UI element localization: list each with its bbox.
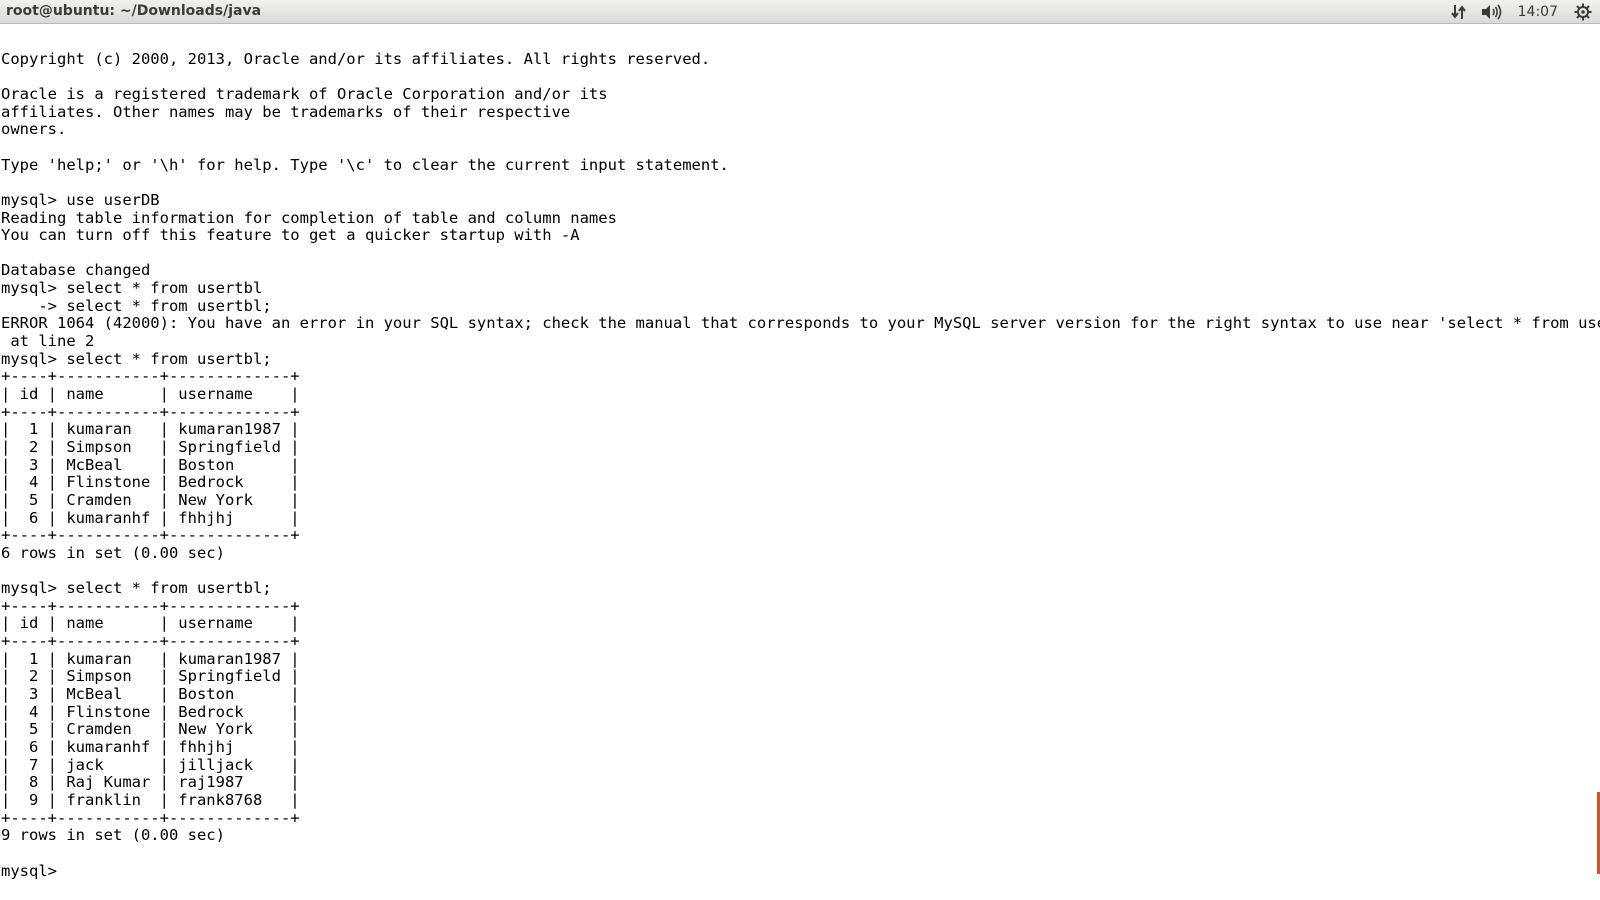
terminal-line: owners. <box>1 120 67 139</box>
terminal-line: mysql> <box>1 861 67 880</box>
terminal-line: | 4 | Flinstone | Bedrock | <box>1 702 300 721</box>
volume-icon[interactable] <box>1480 0 1502 24</box>
terminal-line: | 9 | franklin | frank8768 | <box>1 790 300 809</box>
top-panel: root@ubuntu: ~/Downloads/java 14:07 <box>0 0 1600 24</box>
terminal-line: +----+-----------+-------------+ <box>1 367 300 386</box>
terminal-line: | 7 | jack | jilljack | <box>1 755 300 774</box>
panel-clock[interactable]: 14:07 <box>1514 4 1562 20</box>
terminal-line: 9 rows in set (0.00 sec) <box>1 826 225 845</box>
terminal-line: mysql> select * from usertbl; <box>1 579 272 598</box>
terminal-line: Oracle is a registered trademark of Orac… <box>1 84 608 103</box>
terminal-output[interactable]: Copyright (c) 2000, 2013, Oracle and/or … <box>0 24 1600 900</box>
terminal-line: | 5 | Cramden | New York | <box>1 490 300 509</box>
terminal-line: +----+-----------+-------------+ <box>1 632 300 651</box>
terminal-line: | id | name | username | <box>1 614 300 633</box>
network-transfer-icon[interactable] <box>1450 0 1468 24</box>
terminal-line: | 5 | Cramden | New York | <box>1 720 300 739</box>
terminal-line: Reading table information for completion… <box>1 208 617 227</box>
terminal-line: at line 2 <box>1 332 95 351</box>
terminal-line: | 1 | kumaran | kumaran1987 | <box>1 420 300 439</box>
terminal-line: | 8 | Raj Kumar | raj1987 | <box>1 773 300 792</box>
terminal-line: affiliates. Other names may be trademark… <box>1 102 571 121</box>
terminal-line: +----+-----------+-------------+ <box>1 808 300 827</box>
terminal-line: +----+-----------+-------------+ <box>1 596 300 615</box>
terminal-line: | id | name | username | <box>1 385 300 403</box>
terminal-line: Database changed <box>1 261 151 280</box>
terminal-line: Copyright (c) 2000, 2013, Oracle and/or … <box>1 49 711 68</box>
terminal-line: | 3 | McBeal | Boston | <box>1 455 300 474</box>
terminal-line: | 2 | Simpson | Springfield | <box>1 437 300 456</box>
window-title: root@ubuntu: ~/Downloads/java <box>6 3 262 19</box>
terminal-line: mysql> select * from usertbl; <box>1 349 272 368</box>
terminal-line: mysql> select * from usertbl <box>1 279 263 298</box>
terminal-line: 6 rows in set (0.00 sec) <box>1 543 225 562</box>
terminal-line: +----+-----------+-------------+ <box>1 526 300 545</box>
terminal-line: +----+-----------+-------------+ <box>1 402 300 421</box>
terminal-line: -> select * from usertbl; <box>1 296 272 315</box>
terminal-line: ERROR 1064 (42000): You have an error in… <box>1 314 1600 333</box>
terminal-line: | 2 | Simpson | Springfield | <box>1 667 300 686</box>
terminal-line: mysql> use userDB <box>1 190 160 209</box>
terminal-line: | 1 | kumaran | kumaran1987 | <box>1 649 300 668</box>
terminal-line: | 4 | Flinstone | Bedrock | <box>1 473 300 492</box>
terminal-line: | 6 | kumaranhf | fhhjhj | <box>1 508 300 527</box>
terminal-line: | 3 | McBeal | Boston | <box>1 685 300 704</box>
terminal-line: You can turn off this feature to get a q… <box>1 226 580 245</box>
gear-icon[interactable] <box>1574 0 1592 24</box>
indicator-area: 14:07 <box>1450 0 1592 24</box>
terminal-line: Type 'help;' or '\h' for help. Type '\c'… <box>1 155 729 174</box>
terminal-line: | 6 | kumaranhf | fhhjhj | <box>1 738 300 756</box>
